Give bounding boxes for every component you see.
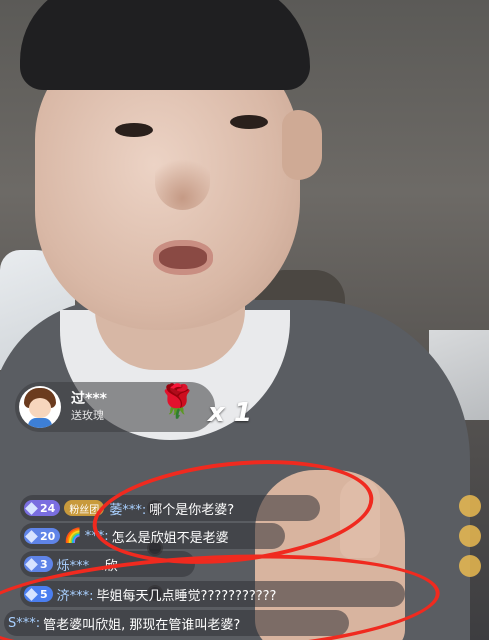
gifter-name: 过*** (71, 391, 107, 407)
chat-username[interactable]: 萎***: (109, 499, 146, 518)
level-badge: 24 (24, 500, 61, 516)
chat-message[interactable]: 24 粉丝团 萎***: 哪个是你老婆? (20, 495, 320, 521)
chat-message[interactable]: 3 烁*** ...欣 (20, 551, 195, 577)
chat-text: 毕姐每天几点睡觉??????????? (96, 588, 277, 604)
nose (155, 150, 210, 210)
chat-text: 管老婆叫欣姐, 那现在管谁叫老婆? (43, 617, 241, 633)
chat-username[interactable]: 烁*** (57, 555, 90, 574)
eye (230, 115, 268, 129)
chat-text: 怎么是欣姐不是老婆 (111, 530, 229, 546)
level-badge: 20 (24, 528, 61, 544)
rainbow-icon: 🌈 (64, 528, 82, 544)
level-badge: 5 (24, 586, 53, 602)
gifter-avatar[interactable] (19, 386, 61, 428)
chat-text: 哪个是你老婆? (149, 502, 235, 518)
chat-username[interactable]: S***: (8, 616, 40, 631)
eye (115, 123, 153, 137)
chat-message[interactable]: S***: 管老婆叫欣姐, 那现在管谁叫老婆? (4, 610, 349, 636)
mouth (153, 240, 213, 275)
chat-text: ...欣 (92, 558, 118, 574)
chat-message[interactable]: 20 🌈 ***: 怎么是欣姐不是老婆 (20, 523, 285, 549)
streamer-finger (340, 478, 380, 558)
gift-shortcut-icon[interactable] (459, 555, 481, 577)
gift-action: 送玫瑰 (71, 409, 104, 422)
gift-count: x 1 (208, 398, 252, 428)
gift-shortcut-icon[interactable] (459, 495, 481, 517)
chat-username[interactable]: 济***: (57, 585, 94, 604)
diamond-icon (25, 587, 38, 601)
diamond-icon (25, 529, 38, 543)
chat-username[interactable]: ***: (85, 529, 109, 544)
level-badge: 3 (24, 556, 53, 572)
gift-text: 过*** 送玫瑰 (71, 390, 107, 424)
rose-icon: 🌹 (157, 382, 197, 420)
black-cap (20, 0, 310, 90)
gift-shortcut-icon[interactable] (459, 525, 481, 547)
chat-message[interactable]: 5 济***: 毕姐每天几点睡觉??????????? (20, 581, 405, 607)
diamond-icon (25, 501, 38, 515)
ear (282, 110, 322, 180)
fan-club-badge: 粉丝团 (64, 500, 105, 516)
diamond-icon (25, 557, 38, 571)
